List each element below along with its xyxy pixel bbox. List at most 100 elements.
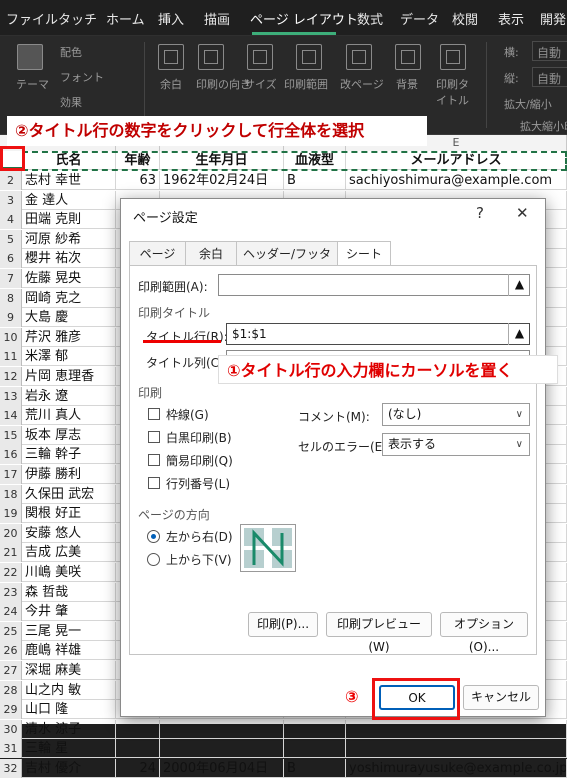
cell-name[interactable]: 今井 肇: [22, 602, 116, 622]
font-label[interactable]: フォント: [60, 69, 104, 85]
cell-name[interactable]: 荒川 真人: [22, 406, 116, 426]
options-button[interactable]: オプション(O)...: [440, 612, 528, 654]
breaks-icon[interactable]: [346, 44, 372, 70]
cell-dob[interactable]: 2000年06月04日: [160, 759, 284, 778]
cell-name[interactable]: 山之内 敏: [22, 680, 116, 700]
over-then-down-radio[interactable]: [147, 530, 160, 543]
cell-name[interactable]: 深堀 麻美: [22, 661, 116, 680]
menu-view[interactable]: 表示: [498, 9, 524, 28]
row-header[interactable]: 28: [0, 680, 22, 700]
help-icon[interactable]: ?: [476, 204, 484, 222]
print-titles-icon[interactable]: [440, 44, 466, 70]
menu-developer[interactable]: 開発: [540, 9, 566, 28]
close-icon[interactable]: ✕: [516, 204, 529, 222]
cell-blood[interactable]: [284, 719, 346, 739]
height-dropdown[interactable]: 自動: [532, 67, 567, 87]
print-preview-button[interactable]: 印刷プレビュー(W): [326, 612, 432, 654]
cell-name[interactable]: 三輪 幹子: [22, 445, 116, 465]
cell-name[interactable]: 志村 幸世: [22, 171, 116, 190]
row-header[interactable]: 26: [0, 641, 22, 661]
cell-blood[interactable]: [284, 739, 346, 759]
cell-age[interactable]: [116, 739, 160, 759]
menu-insert[interactable]: 挿入: [158, 9, 184, 28]
cell-name[interactable]: 森 哲哉: [22, 582, 116, 602]
size-icon[interactable]: [247, 44, 273, 70]
theme-label[interactable]: テーマ: [16, 76, 49, 92]
header-age[interactable]: 年齢: [116, 151, 160, 170]
row-header[interactable]: 4: [0, 210, 22, 230]
cell-name[interactable]: 久保田 武宏: [22, 484, 116, 504]
row-header[interactable]: 30: [0, 719, 22, 739]
print-area-icon[interactable]: [296, 44, 322, 70]
headings-checkbox[interactable]: [148, 477, 160, 489]
breaks-label[interactable]: 改ページ: [340, 76, 384, 92]
row-header[interactable]: 22: [0, 563, 22, 582]
orientation-icon[interactable]: [198, 44, 224, 70]
row-header[interactable]: 7: [0, 269, 22, 288]
tab-margins[interactable]: 余白: [185, 241, 237, 266]
row-header[interactable]: 27: [0, 661, 22, 680]
cell-name[interactable]: 田端 克則: [22, 210, 116, 230]
row-header[interactable]: 21: [0, 543, 22, 563]
cell-dob[interactable]: 1962年02月24日: [160, 171, 284, 190]
cell-name[interactable]: 河原 紗希: [22, 229, 116, 249]
cell-name[interactable]: 吉村 優介: [22, 759, 116, 778]
row-header[interactable]: 17: [0, 465, 22, 484]
row-header[interactable]: 15: [0, 425, 22, 445]
orientation-label[interactable]: 印刷の向き: [196, 76, 251, 92]
cell-name[interactable]: 金 達人: [22, 190, 116, 210]
header-dob[interactable]: 生年月日: [160, 151, 284, 170]
header-name[interactable]: 氏名: [22, 151, 116, 170]
effects-label[interactable]: 効果: [60, 94, 82, 110]
tab-page[interactable]: ページ: [129, 241, 186, 266]
cell-name[interactable]: 安藤 悠人: [22, 523, 116, 543]
menu-file[interactable]: ファイル: [6, 9, 58, 28]
print-area-label[interactable]: 印刷範囲: [284, 76, 328, 92]
collapse-dialog-icon[interactable]: ▲: [508, 274, 530, 296]
theme-icon[interactable]: [17, 44, 43, 70]
cell-name[interactable]: 関根 好正: [22, 504, 116, 524]
cell-name[interactable]: 山口 隆: [22, 700, 116, 720]
row-header[interactable]: 24: [0, 602, 22, 622]
menu-data[interactable]: データ: [400, 9, 439, 28]
menu-page-layout[interactable]: ページ レイアウト: [250, 9, 358, 28]
cell-name[interactable]: 吉成 広美: [22, 543, 116, 563]
row-header[interactable]: 29: [0, 700, 22, 720]
row-header[interactable]: 25: [0, 621, 22, 641]
width-dropdown[interactable]: 自動: [532, 41, 567, 61]
row-header[interactable]: 2: [0, 171, 22, 190]
header-blood[interactable]: 血液型: [284, 151, 346, 170]
row-header[interactable]: 18: [0, 484, 22, 504]
tab-header-footer[interactable]: ヘッダー/フッター: [236, 241, 338, 285]
cell-name[interactable]: 米澤 郁: [22, 347, 116, 367]
cell-name[interactable]: 三輪 星: [22, 739, 116, 759]
row-header[interactable]: 8: [0, 288, 22, 308]
cell-blood[interactable]: B: [284, 759, 346, 778]
menu-formulas[interactable]: 数式: [357, 9, 383, 28]
cell-name[interactable]: 三尾 晃一: [22, 621, 116, 641]
cell-dob[interactable]: [160, 719, 284, 739]
background-label[interactable]: 背景: [396, 76, 418, 92]
header-email[interactable]: メールアドレス: [346, 151, 567, 170]
cell-name[interactable]: 岡崎 克之: [22, 288, 116, 308]
cell-name[interactable]: 伊藤 勝利: [22, 465, 116, 484]
background-icon[interactable]: [395, 44, 421, 70]
menu-review[interactable]: 校閲: [452, 9, 478, 28]
errors-select[interactable]: 表示する ∨: [382, 433, 530, 456]
comments-select[interactable]: (なし) ∨: [382, 403, 530, 426]
row-header[interactable]: 10: [0, 327, 22, 347]
cell-name[interactable]: 櫻井 祐次: [22, 249, 116, 269]
row-header[interactable]: 32: [0, 759, 22, 778]
margins-label[interactable]: 余白: [160, 76, 182, 92]
row-header[interactable]: 13: [0, 386, 22, 406]
cell-email[interactable]: sachiyoshimura@example.com: [346, 171, 567, 190]
row-header[interactable]: 19: [0, 504, 22, 524]
row-header[interactable]: 9: [0, 308, 22, 328]
cell-name[interactable]: 清水 涼子: [22, 719, 116, 739]
menu-home[interactable]: ホーム: [106, 9, 145, 28]
menu-draw[interactable]: 描画: [204, 9, 230, 28]
row-header[interactable]: 23: [0, 582, 22, 602]
tab-sheet[interactable]: シート: [337, 241, 391, 266]
cell-name[interactable]: 川嶋 美咲: [22, 563, 116, 582]
cell-name[interactable]: 鹿嶋 祥雄: [22, 641, 116, 661]
